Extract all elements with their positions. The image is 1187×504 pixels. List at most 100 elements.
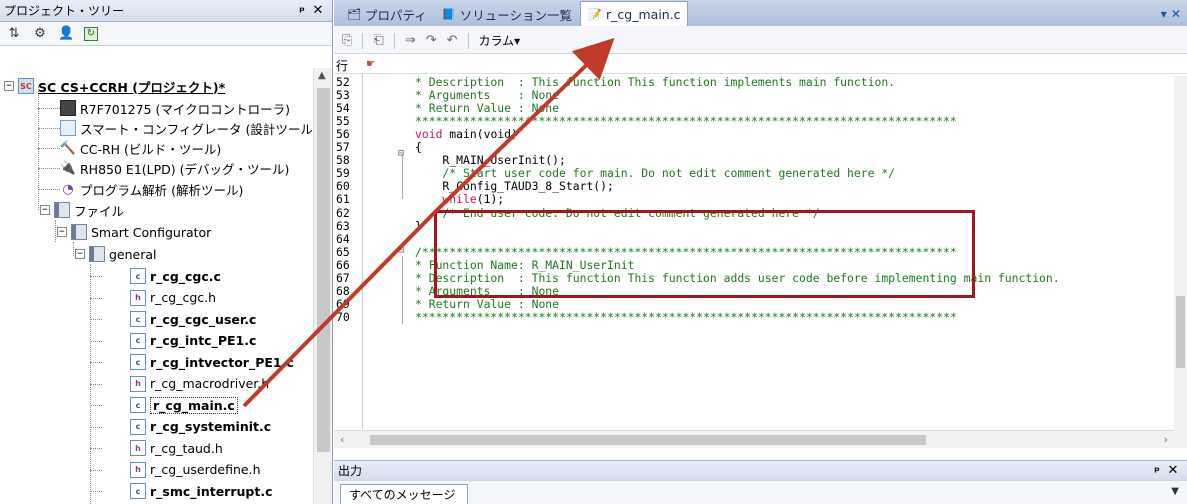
close-icon[interactable]: ✕: [1165, 463, 1181, 478]
tab-label: r_cg_main.c: [606, 6, 681, 22]
output-tab-strip: すべてのメッセージ ▼: [334, 480, 1187, 504]
person-icon[interactable]: 👤: [58, 26, 74, 41]
tree-scrollbar[interactable]: ▲: [313, 68, 332, 504]
tree-item-file[interactable]: h r_cg_cgc.h: [130, 288, 216, 308]
editor-horizontal-scrollbar[interactable]: ‹ ›: [334, 430, 1174, 448]
tree-item-microcontroller[interactable]: R7F701275 (マイクロコントローラ): [60, 98, 290, 118]
scrollbar-thumb[interactable]: [1176, 296, 1185, 368]
pointer-icon: ☛: [366, 57, 376, 70]
line-number: 58: [336, 153, 350, 168]
column-menu[interactable]: カラム▾: [479, 32, 521, 49]
tab-properties[interactable]: 🗂 プロパティ: [340, 2, 433, 26]
tree-item-label: r_cg_cgc_user.c: [150, 311, 257, 327]
c-file-icon: c: [130, 397, 146, 413]
jump-icon[interactable]: ⇒: [405, 33, 416, 48]
dropdown-icon[interactable]: ▼: [1171, 486, 1179, 497]
output-panel-title: 出力: [338, 464, 363, 478]
tree-connector: [90, 276, 102, 277]
project-icon: SC: [18, 78, 34, 94]
pin-icon[interactable]: ᵖ: [1149, 464, 1165, 478]
close-icon[interactable]: ✕: [310, 3, 326, 18]
fold-collapse-icon[interactable]: ⊟: [398, 245, 404, 256]
output-panel-title-bar: 出力 ᵖ ✕: [334, 460, 1187, 480]
settings-icon[interactable]: ⚙: [32, 26, 48, 41]
code-line: 70 **************************************…: [334, 309, 1174, 324]
tab-dropdown-close-icon[interactable]: ▾ ✕: [1161, 7, 1181, 21]
h-file-icon: h: [130, 461, 146, 478]
tree-item-file[interactable]: c r_cg_systeminit.c: [130, 417, 271, 437]
code-line: 60 R_Config_TAUD3_8_Start();: [334, 180, 1174, 193]
redo-icon[interactable]: ↷: [426, 33, 437, 48]
scroll-up-icon[interactable]: ▲: [318, 70, 326, 81]
tree-item-files-folder[interactable]: − ファイル: [40, 200, 124, 220]
folder-icon: [89, 246, 105, 262]
tree-item-label: Smart Configurator: [91, 224, 212, 240]
c-file-icon: c: [130, 311, 146, 327]
debug-tool-icon: 🔌: [59, 160, 77, 176]
tree-item-file[interactable]: c r_cg_main.c: [130, 395, 238, 415]
tree-item-label: CC-RH (ビルド・ツール): [80, 141, 222, 157]
tree-connector: [38, 108, 60, 109]
scrollbar-thumb[interactable]: [317, 88, 330, 452]
tree-item-general-folder[interactable]: − general: [75, 244, 157, 264]
tree-item-file[interactable]: c r_cg_cgc_user.c: [130, 309, 256, 329]
code-text: * Description : This function This funct…: [415, 75, 896, 89]
tree-item-label: プログラム解析 (解析ツール): [80, 182, 244, 198]
collapse-icon[interactable]: −: [4, 81, 14, 91]
code-line: 58 R_MAIN_UserInit();: [334, 154, 1174, 167]
fold-collapse-icon[interactable]: ⊟: [398, 148, 404, 159]
tree-item-build-tool[interactable]: 🔨 CC-RH (ビルド・ツール): [60, 138, 221, 158]
column-menu-label: カラム: [478, 34, 515, 48]
tree-item-debug-tool[interactable]: 🔌 RH850 E1(LPD) (デバッグ・ツール): [60, 158, 289, 178]
tree-connector: [38, 189, 60, 190]
scroll-left-icon[interactable]: ‹: [340, 433, 344, 446]
tab-label: すべてのメッセージ: [349, 488, 456, 502]
line-number: 66: [336, 257, 350, 272]
tab-r-cg-main-c[interactable]: 📝 r_cg_main.c: [580, 1, 688, 26]
collapse-icon[interactable]: −: [40, 205, 50, 215]
editor-vertical-scrollbar[interactable]: [1174, 76, 1187, 448]
line-number: 64: [336, 231, 350, 246]
c-file-icon: c: [130, 354, 146, 370]
scrollbar-thumb[interactable]: [370, 435, 926, 445]
undo-icon[interactable]: ↶: [447, 33, 458, 48]
tree-item-file[interactable]: c r_cg_intc_PE1.c: [130, 331, 256, 351]
tree-item-file[interactable]: h r_cg_macrodriver.h: [130, 374, 269, 394]
tree-item-file[interactable]: c r_cg_intvector_PE1.c: [130, 352, 294, 372]
tree-item-file[interactable]: h r_cg_taud.h: [130, 438, 223, 458]
code-line: 59 /* Start user code for main. Do not e…: [334, 167, 1174, 180]
properties-icon: 🗂: [347, 7, 361, 21]
tree-item-file[interactable]: c r_smc_interrupt.c: [130, 481, 273, 501]
tree-item-project[interactable]: − SC SC CS+CCRH (プロジェクト)*: [4, 76, 225, 96]
code-line: 56 void main(void): [334, 128, 1174, 141]
tree-item-label: r_cg_taud.h: [150, 440, 223, 456]
code-text: }: [415, 218, 422, 233]
tree-item-analysis-tool[interactable]: ◔ プログラム解析 (解析ツール): [60, 179, 243, 199]
collapse-icon[interactable]: −: [57, 227, 67, 237]
bookmark-clear-icon[interactable]: ⎗: [373, 33, 383, 48]
collapse-icon[interactable]: −: [75, 249, 85, 259]
tree-item-label: r_cg_cgc.h: [150, 290, 217, 305]
scroll-right-icon[interactable]: ›: [1164, 433, 1168, 446]
tab-solution-list[interactable]: 📘 ソリューション一覧: [435, 2, 578, 26]
tree-item-label: SC CS+CCRH (プロジェクト)*: [38, 79, 226, 95]
code-text: ****************************************…: [415, 309, 957, 324]
bookmark-icon[interactable]: ⎘: [342, 33, 352, 48]
sort-icon[interactable]: ⇅: [6, 26, 22, 41]
tree-item-smart-configurator-tool[interactable]: スマート・コンフィグレータ (設計ツール): [60, 118, 313, 138]
code-line: 69 * Return Value : None: [334, 297, 1174, 311]
line-number: 67: [336, 270, 350, 285]
tree-item-label: ファイル: [74, 203, 125, 219]
refresh-icon[interactable]: ↻: [84, 26, 98, 41]
c-file-icon: c: [130, 332, 146, 349]
tab-all-messages[interactable]: すべてのメッセージ: [340, 484, 469, 504]
tree-item-file[interactable]: h r_cg_userdefine.h: [130, 460, 261, 480]
code-text: * Return Value : None: [415, 101, 560, 116]
tree-item-file[interactable]: c r_cg_cgc.c: [130, 266, 221, 286]
project-tree-title-bar: プロジェクト・ツリー ᵖ ✕: [0, 0, 332, 22]
code-text: {: [415, 140, 422, 155]
pin-icon[interactable]: ᵖ: [294, 4, 310, 18]
keyword: while: [415, 192, 477, 207]
tree-item-smart-configurator-folder[interactable]: − Smart Configurator: [57, 222, 211, 242]
gutter-header: 行 ☛: [334, 56, 1187, 74]
